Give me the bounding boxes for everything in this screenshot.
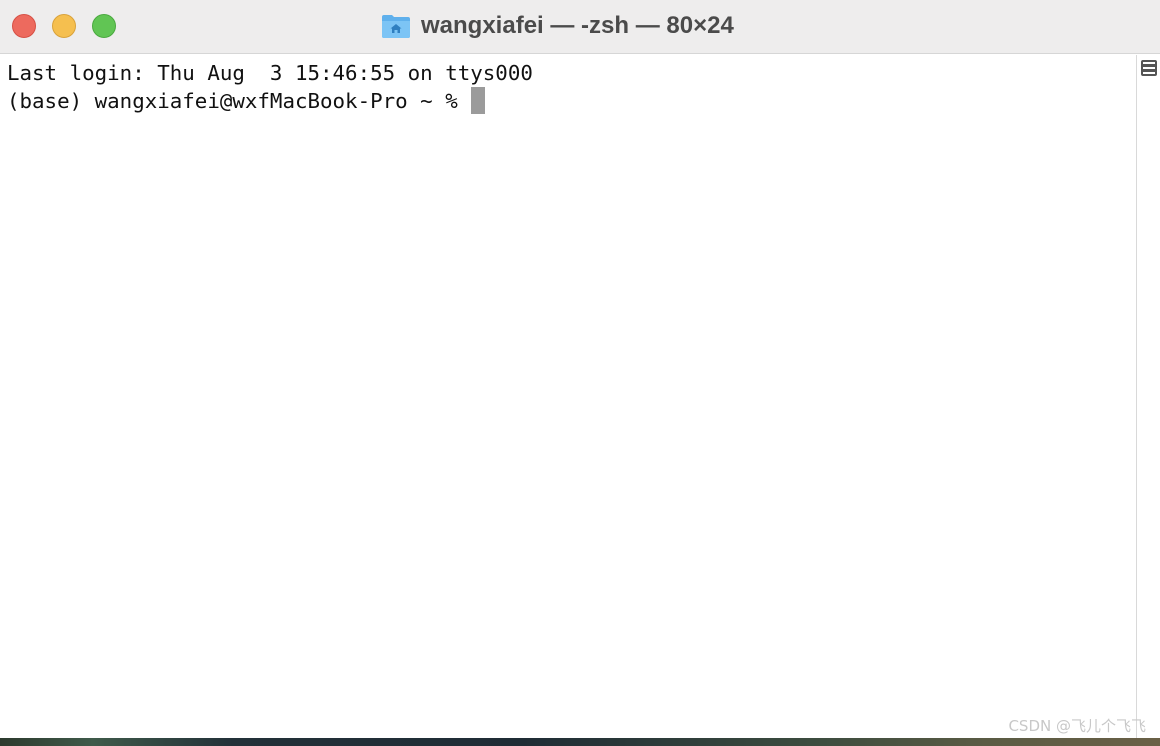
home-folder-icon (382, 15, 410, 38)
watermark: CSDN @飞儿个飞飞 (1008, 717, 1146, 735)
terminal-window: wangxiafei — -zsh — 80×24 Last login: Th… (0, 0, 1160, 738)
window-title-group: wangxiafei — -zsh — 80×24 (381, 10, 734, 42)
text-cursor (471, 87, 486, 114)
desktop-background (0, 738, 1160, 746)
title-bar[interactable]: wangxiafei — -zsh — 80×24 (0, 0, 1160, 54)
terminal-line-prompt: (base) wangxiafei@wxfMacBook-Pro ~ % (7, 87, 486, 115)
zoom-button[interactable] (92, 14, 116, 38)
split-pane-icon[interactable] (1141, 60, 1157, 76)
close-button[interactable] (12, 14, 36, 38)
scrollbar[interactable] (1136, 55, 1160, 738)
terminal-content[interactable]: Last login: Thu Aug 3 15:46:55 on ttys00… (0, 55, 1136, 738)
terminal-line-last-login: Last login: Thu Aug 3 15:46:55 on ttys00… (7, 61, 533, 85)
prompt-text: (base) wangxiafei@wxfMacBook-Pro ~ % (7, 89, 471, 113)
window-title: wangxiafei — -zsh — 80×24 (421, 12, 734, 39)
minimize-button[interactable] (52, 14, 76, 38)
